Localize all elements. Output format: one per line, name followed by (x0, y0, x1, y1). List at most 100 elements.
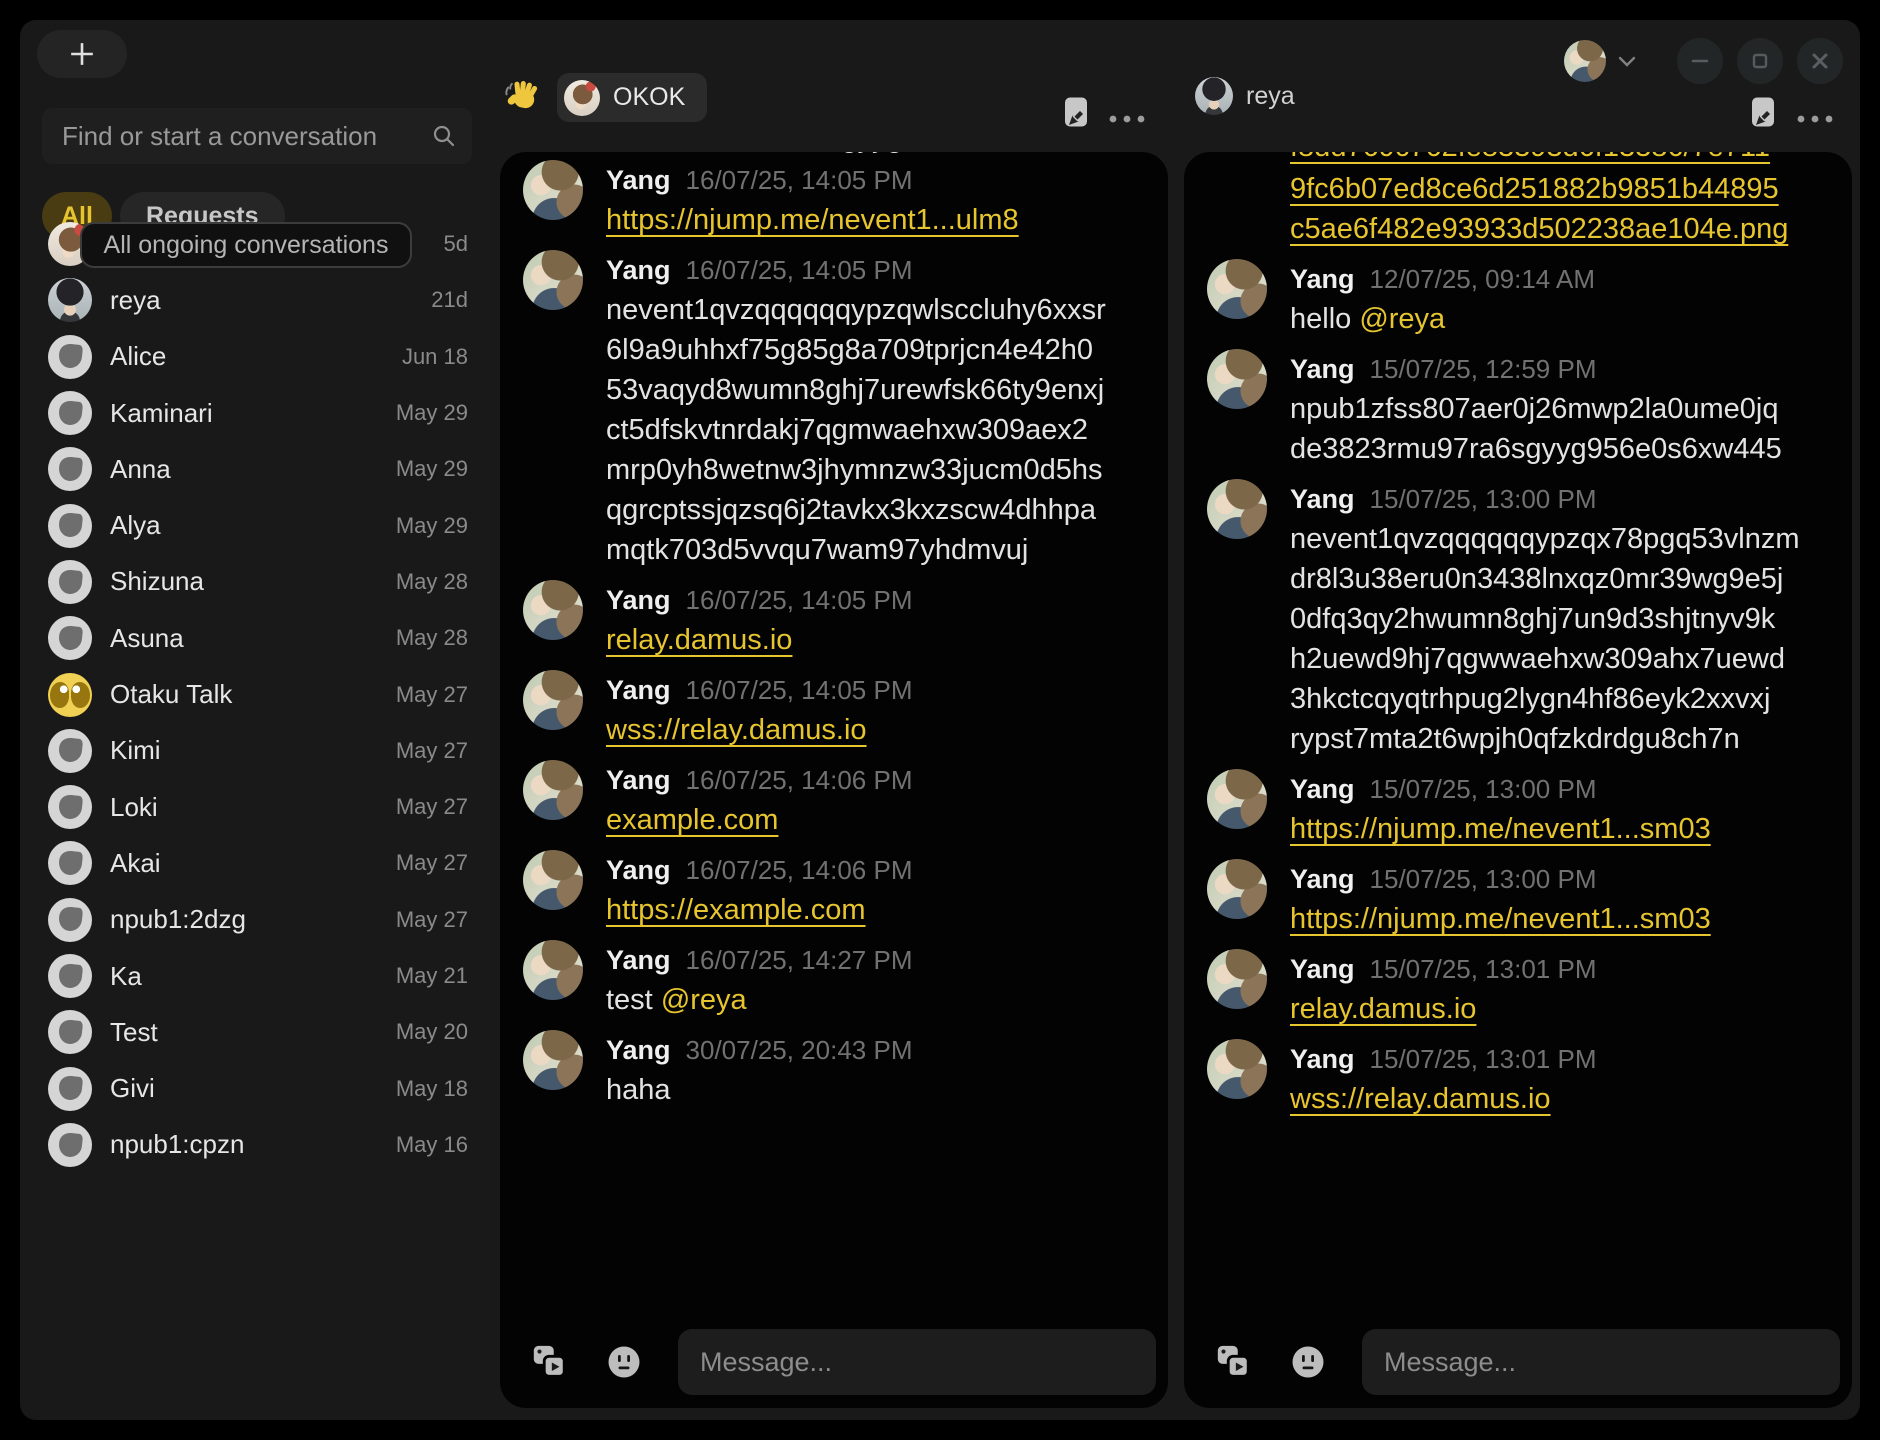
message-link[interactable]: https://njump.me/nevent1...ulm8 (606, 204, 1019, 236)
contact-avatar (48, 1010, 92, 1054)
contact-avatar (48, 729, 92, 773)
message-input-mid[interactable] (678, 1329, 1156, 1395)
message-header: Yang 15/07/25, 12:59 PM (1290, 349, 1836, 389)
minimize-icon (1691, 52, 1709, 70)
media-attach-icon[interactable] (530, 1343, 568, 1381)
message-header: Yang15/07/25, 13:00 PM (1290, 859, 1836, 899)
conversation-item[interactable]: LokiMay 27 (20, 779, 498, 835)
plus-icon (69, 41, 95, 67)
mention-link[interactable]: @reya (1359, 303, 1445, 335)
contact-avatar (48, 1123, 92, 1167)
conversation-item[interactable]: reya21d (20, 272, 498, 328)
conversation-date: May 27 (396, 907, 468, 933)
minimize-button[interactable] (1677, 38, 1723, 84)
conversation-date: May 27 (396, 738, 468, 764)
sender-name: Yang (606, 760, 671, 800)
close-button[interactable] (1797, 38, 1843, 84)
message-text-line: mqtk703d5vvqu7wam97yhdmvuj (606, 530, 1152, 570)
conversation-date: May 18 (396, 1076, 468, 1102)
conversation-item[interactable]: AliceJun 18 (20, 329, 498, 385)
message-text: https://njump.me/nevent1...sm03 (1290, 809, 1836, 849)
contact-avatar (48, 560, 92, 604)
contact-avatar (48, 898, 92, 942)
message-link[interactable]: relay.damus.io (606, 624, 792, 656)
conversation-item[interactable]: KimiMay 27 (20, 723, 498, 779)
conversation-item[interactable]: TestMay 20 (20, 1004, 498, 1060)
conversation-item[interactable]: GiviMay 18 (20, 1060, 498, 1116)
emoji-icon[interactable] (606, 1344, 642, 1380)
maximize-button[interactable] (1737, 38, 1783, 84)
message-link[interactable]: https://njump.me/nevent1...sm03 (1290, 813, 1711, 845)
message-text-line: nevent1qvzqqqqqqypzqx78pgq53vlnzm (1290, 519, 1836, 559)
contact-avatar (48, 391, 92, 435)
mention-link[interactable]: @reya (661, 984, 747, 1016)
message-link[interactable]: wss://relay.damus.io (1290, 1083, 1551, 1115)
message-link[interactable]: c5ae6f482e93933d502238ae104e.png (1290, 209, 1836, 249)
message-avatar (1207, 859, 1267, 919)
message-text: https://example.com (606, 890, 1152, 930)
message-header: Yang16/07/25, 14:05 PM (606, 670, 1152, 710)
sender-name: Yang (606, 940, 671, 980)
conversation-item[interactable]: KaMay 21 (20, 948, 498, 1004)
message: Yang16/07/25, 14:05 PMhttps://njump.me/n… (523, 160, 1152, 240)
message: Yang15/07/25, 13:00 PMhttps://njump.me/n… (1207, 769, 1836, 849)
message-link[interactable]: example.com (606, 804, 778, 836)
conversation-item[interactable]: npub1:2dzgMay 27 (20, 892, 498, 948)
conversation-item[interactable]: KaminariMay 29 (20, 385, 498, 441)
clipped-link-line: f8dd769c762fe83393d6f13386/7e711 (1290, 152, 1836, 169)
message-body: Yang15/07/25, 13:00 PM https://njump.me/n… (1290, 859, 1836, 939)
composer-right (1184, 1326, 1852, 1398)
conversation-item[interactable]: AlyaMay 29 (20, 497, 498, 553)
conversation-item[interactable]: AsunaMay 28 (20, 610, 498, 666)
message-link[interactable]: f8dd769c762fe83393d6f13386/7e711 (1290, 152, 1836, 167)
message-link[interactable]: relay.damus.io (1290, 993, 1476, 1025)
message-avatar (1207, 769, 1267, 829)
chat-title-right[interactable]: reya (1195, 77, 1295, 115)
note-icon-right[interactable] (1750, 96, 1776, 128)
media-attach-icon[interactable] (1214, 1343, 1252, 1381)
message-link[interactable]: https://example.com (606, 894, 866, 926)
message-avatar (1207, 259, 1267, 319)
message-avatar (523, 1030, 583, 1090)
search-input[interactable] (42, 121, 432, 152)
message-header: Yang16/07/25, 14:06 PM (606, 760, 1152, 800)
message-link[interactable]: wss://relay.damus.io (606, 714, 867, 746)
current-user-avatar[interactable] (1564, 40, 1606, 82)
composer-mid (500, 1326, 1168, 1398)
sender-name: Yang (1290, 349, 1355, 389)
contact-avatar (48, 616, 92, 660)
conversation-date: May 27 (396, 682, 468, 708)
conversation-item[interactable]: npub1:cpznMay 16 (20, 1117, 498, 1173)
contact-avatar (48, 673, 92, 717)
sender-name: Yang (1290, 769, 1355, 809)
message-timestamp: 15/07/25, 12:59 PM (1370, 349, 1597, 389)
message-body: Yang16/07/25, 14:05 PMhttps://njump.me/n… (606, 160, 1152, 240)
conversation-item[interactable]: AkaiMay 27 (20, 835, 498, 891)
message-body: Yang12/07/25, 09:14 AMhello @reya (1290, 259, 1836, 339)
chat-avatar-okok (564, 80, 600, 116)
conversation-date: May 27 (396, 794, 468, 820)
message-list-mid: de3823rmu97ra6sgyyg956e0s6xw445 Yang16/0… (500, 152, 1168, 1120)
conversation-item[interactable]: ShizunaMay 28 (20, 554, 498, 610)
conversation-item[interactable]: AnnaMay 29 (20, 441, 498, 497)
conversation-item[interactable]: Otaku TalkMay 27 (20, 666, 498, 722)
message-link[interactable]: https://njump.me/nevent1...sm03 (1290, 903, 1711, 935)
message-timestamp: 15/07/25, 13:00 PM (1370, 479, 1597, 519)
message: Yang16/07/25, 14:06 PM example.com (523, 760, 1152, 840)
message-text-line: rypst7mta2t6wpjh0qfzkdrdgu8ch7n (1290, 719, 1836, 759)
message-body: Yang16/07/25, 14:27 PMtest @reya (606, 940, 1152, 1020)
more-menu-icon-mid[interactable] (1108, 114, 1148, 124)
message-input-right[interactable] (1362, 1329, 1840, 1395)
emoji-icon[interactable] (1290, 1344, 1326, 1380)
sender-name: Yang (606, 580, 671, 620)
chat-title-mid[interactable]: OKOK (557, 73, 707, 122)
note-icon-mid[interactable] (1063, 96, 1089, 128)
message-header: Yang30/07/25, 20:43 PM (606, 1030, 1152, 1070)
contact-name: Ka (110, 961, 142, 992)
new-conversation-button[interactable] (37, 30, 127, 78)
message-link[interactable]: 9fc6b07ed8ce6d251882b9851b44895 (1290, 169, 1836, 209)
chevron-down-icon[interactable] (1618, 56, 1636, 67)
contact-name: Test (110, 1017, 158, 1048)
more-menu-icon-right[interactable] (1796, 114, 1836, 124)
clipped-link-message[interactable]: f8dd769c762fe83393d6f13386/7e711 9fc6b07e… (1290, 152, 1836, 249)
